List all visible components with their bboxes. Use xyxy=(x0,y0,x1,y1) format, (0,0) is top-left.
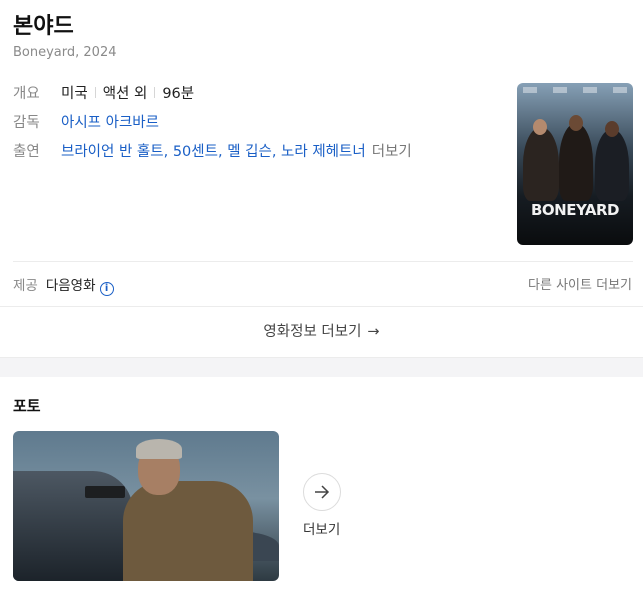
info-icon[interactable]: i xyxy=(99,282,114,296)
cast-link[interactable]: 노라 제헤트너 xyxy=(281,144,366,160)
cast-link[interactable]: 50센트 xyxy=(173,144,218,160)
movie-poster[interactable]: BONEYARD xyxy=(517,83,633,245)
arrow-right-icon xyxy=(315,485,330,499)
poster-title: BONEYARD xyxy=(530,201,620,219)
photos-more-button[interactable] xyxy=(303,473,341,511)
cast-link[interactable]: 브라이언 반 홀트 xyxy=(61,144,164,160)
movie-info-more-button[interactable]: 영화정보 더보기 → xyxy=(0,320,643,341)
cast-link[interactable]: 멜 깁슨 xyxy=(227,144,272,160)
provider-row: 제공 다음영화 i xyxy=(13,274,114,296)
divider xyxy=(0,306,643,307)
movie-info-more-label: 영화정보 더보기 xyxy=(263,324,362,340)
overview-label: 개요 xyxy=(13,86,40,102)
cast-more-link[interactable]: 더보기 xyxy=(372,144,412,160)
photos-more-label[interactable]: 더보기 xyxy=(303,518,340,538)
arrow-right-icon: → xyxy=(367,324,380,340)
genre: 액션 외 xyxy=(102,86,148,102)
director-label: 감독 xyxy=(13,115,40,131)
other-sites-link[interactable]: 다른 사이트 더보기 xyxy=(528,274,632,293)
section-separator xyxy=(0,357,643,377)
original-title-year: Boneyard, 2024 xyxy=(13,45,117,60)
country: 미국 xyxy=(61,86,88,102)
separator xyxy=(154,87,156,98)
cast-label: 출연 xyxy=(13,144,40,160)
provider-name[interactable]: 다음영화 xyxy=(46,278,96,294)
runtime: 96분 xyxy=(162,86,195,102)
director-row: 감독 아시프 아크바르 xyxy=(13,113,159,133)
provider-label: 제공 xyxy=(13,278,38,294)
cast-row: 출연 브라이언 반 홀트, 50센트, 멜 깁슨, 노라 제헤트너 더보기 xyxy=(13,144,412,160)
photos-title: 포토 xyxy=(13,397,41,415)
photo-thumbnail[interactable] xyxy=(13,431,279,581)
movie-title: 본야드 xyxy=(13,14,74,39)
overview-row: 개요 미국 액션 외 96분 xyxy=(13,84,194,104)
poster-credits xyxy=(523,87,627,93)
separator xyxy=(94,87,96,98)
director-link[interactable]: 아시프 아크바르 xyxy=(61,115,159,131)
divider xyxy=(13,261,633,262)
